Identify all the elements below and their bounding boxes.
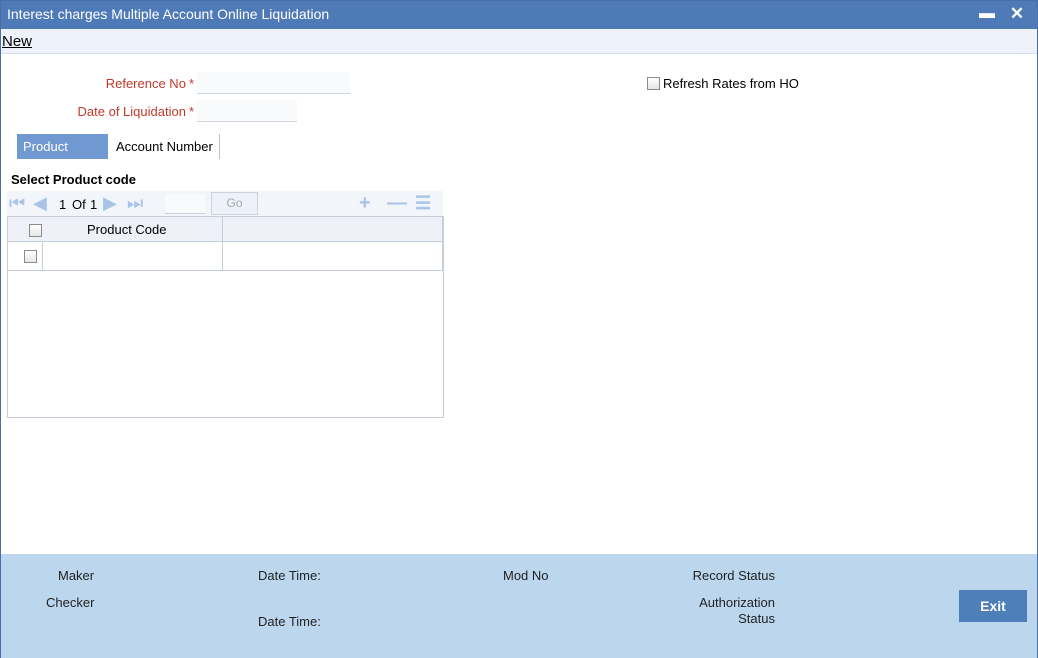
exit-button[interactable]: Exit — [959, 590, 1027, 622]
maker-label: Maker — [58, 568, 95, 583]
section-title: Select Product code — [11, 172, 136, 187]
row-select-checkbox[interactable] — [24, 250, 37, 263]
mod-no-label: Mod No — [503, 568, 549, 583]
column-header-product-code[interactable]: Product Code — [87, 222, 167, 237]
single-view-icon[interactable]: ☰ — [415, 192, 431, 214]
table-row — [8, 242, 443, 271]
authorization-label: Authorization — [699, 595, 775, 610]
checker-date-time-label: Date Time: — [258, 614, 321, 629]
column-divider — [42, 242, 43, 271]
grid-pager: ⏮ ◀ 1 Of 1 ▶ ⏭ Go + — ☰ — [7, 191, 443, 216]
application-window: Interest charges Multiple Account Online… — [0, 0, 1038, 658]
add-row-icon[interactable]: + — [359, 192, 371, 214]
audit-footer: Maker Checker Date Time: Date Time: Mod … — [1, 554, 1037, 658]
menu-bar: New — [1, 29, 1037, 54]
required-mark: * — [188, 76, 194, 91]
window-title: Interest charges Multiple Account Online… — [7, 6, 330, 22]
product-code-grid: Product Code — [7, 216, 444, 418]
total-pages: 1 — [90, 197, 98, 212]
close-icon[interactable]: ✕ — [1007, 3, 1027, 25]
product-code-cell[interactable] — [46, 249, 221, 265]
reference-no-input[interactable] — [197, 72, 350, 94]
column-divider — [222, 217, 223, 271]
date-of-liquidation-label-text: Date of Liquidation — [77, 104, 186, 119]
record-status-label: Record Status — [692, 568, 775, 583]
new-link[interactable]: New — [2, 33, 32, 50]
delete-row-icon[interactable]: — — [387, 192, 407, 214]
page-number-input[interactable] — [165, 194, 205, 214]
maker-date-time-label: Date Time: — [258, 568, 321, 583]
date-of-liquidation-input[interactable] — [197, 100, 297, 122]
current-page: 1 — [59, 197, 67, 212]
authorization-status-label: Status — [738, 611, 775, 626]
refresh-rates-label: Refresh Rates from HO — [663, 76, 799, 91]
last-page-icon[interactable]: ⏭ — [127, 194, 143, 212]
select-all-checkbox[interactable] — [29, 224, 42, 237]
refresh-rates-checkbox[interactable] — [647, 77, 660, 90]
reference-no-label: Reference No * — [61, 76, 194, 91]
date-of-liquidation-label: Date of Liquidation * — [41, 104, 194, 119]
first-page-icon[interactable]: ⏮ — [9, 194, 25, 212]
minimize-icon[interactable]: ▬ — [977, 3, 997, 25]
of-label: Of — [72, 197, 86, 212]
title-bar: Interest charges Multiple Account Online… — [1, 1, 1037, 29]
column-divider — [442, 217, 443, 271]
grid-header: Product Code — [8, 217, 443, 242]
reference-no-label-text: Reference No — [105, 76, 186, 91]
checker-label: Checker — [46, 595, 95, 610]
previous-page-icon[interactable]: ◀ — [33, 194, 47, 212]
required-mark: * — [188, 104, 194, 119]
go-button[interactable]: Go — [211, 192, 258, 215]
next-page-icon[interactable]: ▶ — [103, 194, 117, 212]
tab-account-number[interactable]: Account Number — [110, 134, 220, 159]
tab-product-code[interactable]: Product Code — [17, 134, 108, 179]
